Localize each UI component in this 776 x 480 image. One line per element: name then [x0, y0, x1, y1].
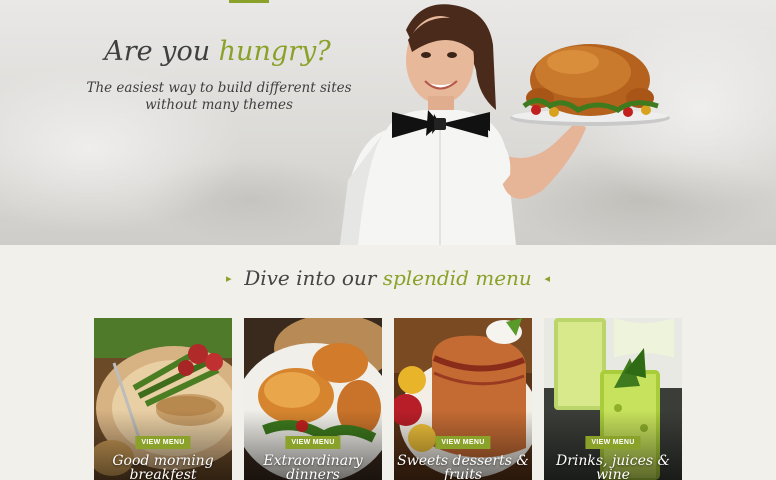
- menu-section-title: ▸ Dive into our splendid menu ◂: [0, 266, 776, 290]
- card-title[interactable]: Drinks, juices & wine: [544, 454, 682, 480]
- arrow-left-icon: ◂: [544, 272, 551, 285]
- hero-subtitle-line2: without many themes: [145, 97, 293, 113]
- view-menu-button[interactable]: VIEW MENU: [285, 436, 341, 449]
- hero-subtitle: The easiest way to build different sites…: [80, 80, 358, 114]
- view-menu-button[interactable]: VIEW MENU: [435, 436, 491, 449]
- hero-banner: Are you hungry? The easiest way to build…: [0, 0, 776, 245]
- menu-section-title-accent: splendid menu: [382, 266, 532, 290]
- hero-accent-line: [229, 0, 269, 3]
- card-title[interactable]: Good morning breakfest: [94, 454, 232, 480]
- hero-subtitle-line1: The easiest way to build different sites: [86, 80, 352, 96]
- menu-card-dinners[interactable]: VIEW MENU Extraordinary dinners: [244, 318, 382, 480]
- card-title[interactable]: Sweets desserts & fruits: [394, 454, 532, 480]
- arrow-right-icon: ▸: [225, 272, 232, 285]
- menu-card-desserts[interactable]: VIEW MENU Sweets desserts & fruits: [394, 318, 532, 480]
- view-menu-button[interactable]: VIEW MENU: [135, 436, 191, 449]
- waitress-with-turkey-image: [340, 4, 670, 245]
- card-title[interactable]: Extraordinary dinners: [244, 454, 382, 480]
- hero-title-text: Are you: [104, 36, 219, 67]
- menu-card-breakfast[interactable]: VIEW MENU Good morning breakfest: [94, 318, 232, 480]
- menu-section-title-text: Dive into our: [244, 266, 383, 290]
- view-menu-button[interactable]: VIEW MENU: [585, 436, 641, 449]
- hero-title-accent: hungry?: [218, 36, 331, 67]
- menu-card-drinks[interactable]: VIEW MENU Drinks, juices & wine: [544, 318, 682, 480]
